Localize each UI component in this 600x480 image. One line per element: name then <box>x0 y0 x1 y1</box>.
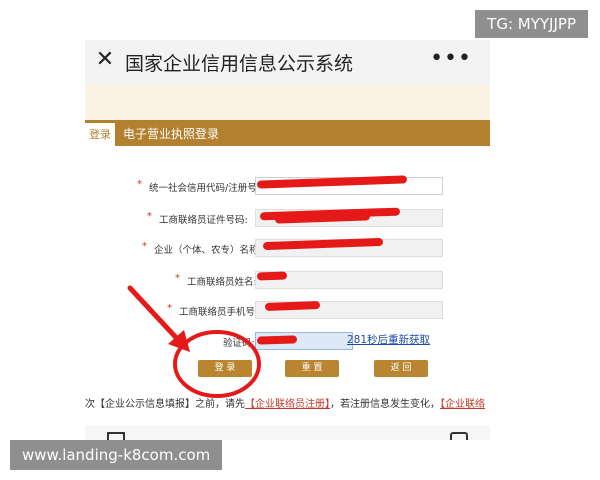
required-mark: * <box>142 241 147 252</box>
grid-icon[interactable] <box>107 432 125 440</box>
tg-watermark: TG: MYYJJPP <box>475 10 588 38</box>
mobile-screen: ✕ 国家企业信用信息公示系统 ••• 登录 电子营业执照登录 * 统一社会信用代… <box>85 40 490 440</box>
notice-middle: ，若注册信息发生变化， <box>330 399 440 410</box>
liaison-change-link[interactable]: 【企业联络 <box>440 399 485 410</box>
resend-code-link[interactable]: 281秒后重新获取 <box>347 332 430 347</box>
login-button[interactable]: 登 录 <box>198 360 252 377</box>
required-mark: * <box>175 273 180 284</box>
header-band <box>85 84 490 120</box>
notice-prefix: 次【企业公示信息填报】之前，请先 <box>85 399 245 410</box>
redaction-scribble <box>256 271 288 281</box>
reset-button[interactable]: 重 置 <box>285 360 339 377</box>
field-label-liaison-phone: 工商联络员手机号: <box>179 307 259 318</box>
required-mark: * <box>147 211 152 222</box>
window-icon[interactable] <box>450 432 468 440</box>
tab-electronic-license-login[interactable]: 电子营业执照登录 <box>123 125 219 142</box>
title-bar: ✕ 国家企业信用信息公示系统 ••• <box>85 40 490 84</box>
back-button[interactable]: 返 回 <box>374 360 428 377</box>
field-label-liaison-id: 工商联络员证件号码: <box>159 215 248 226</box>
more-menu-icon[interactable]: ••• <box>430 46 472 71</box>
field-label-credit-code: 统一社会信用代码/注册号: <box>149 183 260 194</box>
required-mark: * <box>137 179 142 190</box>
bottom-nav-bar <box>85 426 490 440</box>
captcha-label: 验证码: <box>223 338 255 349</box>
form-row-liaison-name: * 工商联络员姓名: <box>85 270 490 290</box>
login-tab-bar: 登录 电子营业执照登录 <box>85 120 490 146</box>
url-watermark: www.landing-k8com.com <box>10 440 223 470</box>
registration-notice: 次【企业公示信息填报】之前，请先【企业联络员注册】，若注册信息发生变化，【企业联… <box>85 395 490 410</box>
page-title: 国家企业信用信息公示系统 <box>125 53 354 75</box>
close-icon[interactable]: ✕ <box>93 48 117 72</box>
tab-login[interactable]: 登录 <box>85 123 115 146</box>
liaison-registration-link[interactable]: 【企业联络员注册】 <box>245 399 330 410</box>
redaction-scribble <box>256 335 298 345</box>
field-label-company-name: 企业（个体、农专）名称: <box>154 245 262 256</box>
required-mark: * <box>167 303 172 314</box>
field-label-liaison-name: 工商联络员姓名: <box>187 277 257 288</box>
